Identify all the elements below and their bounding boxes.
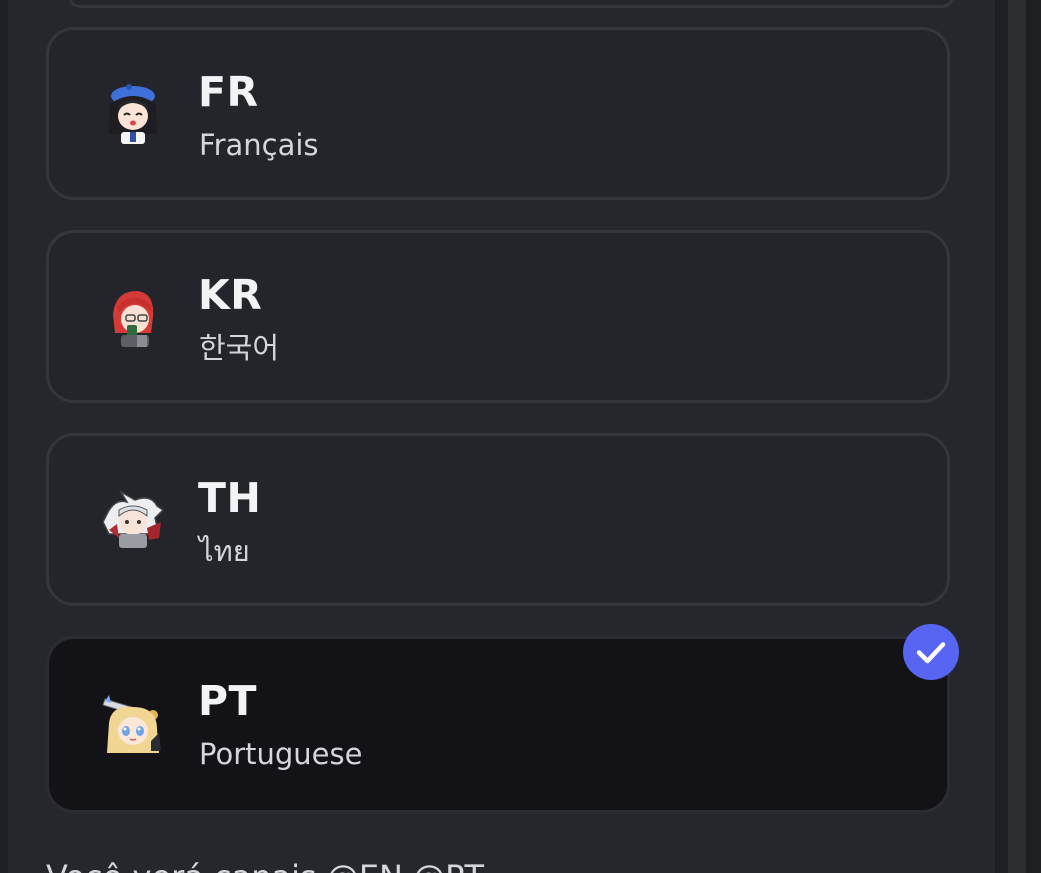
language-option-th[interactable]: TH ไทย xyxy=(46,433,950,606)
language-code: PT xyxy=(198,677,258,725)
language-code: FR xyxy=(198,68,259,116)
language-name: Portuguese xyxy=(199,737,363,771)
scrollbar-track[interactable] xyxy=(1008,0,1026,873)
anime-blonde-sword-icon xyxy=(101,693,165,757)
language-name: Français xyxy=(199,128,319,162)
language-name: ไทย xyxy=(199,534,250,568)
anime-girl-blue-beret-icon xyxy=(101,82,165,146)
anime-redhead-icon xyxy=(101,285,165,349)
left-gutter xyxy=(0,0,8,873)
language-select-panel: FR Français KR 한국어 TH ไทย PT Portuguese xyxy=(8,0,995,873)
language-code: TH xyxy=(198,474,262,522)
language-option-kr[interactable]: KR 한국어 xyxy=(46,230,950,403)
anime-white-hair-icon xyxy=(101,488,165,552)
language-option-fr[interactable]: FR Français xyxy=(46,27,950,200)
language-name: 한국어 xyxy=(199,331,280,365)
selected-checkmark-badge xyxy=(903,624,959,680)
previous-language-card[interactable] xyxy=(68,0,954,8)
footer-channels-text: Você verá canais @EN @PT xyxy=(46,858,484,873)
language-option-pt[interactable]: PT Portuguese xyxy=(46,636,950,813)
language-code: KR xyxy=(198,271,263,319)
checkmark-icon xyxy=(916,642,946,664)
